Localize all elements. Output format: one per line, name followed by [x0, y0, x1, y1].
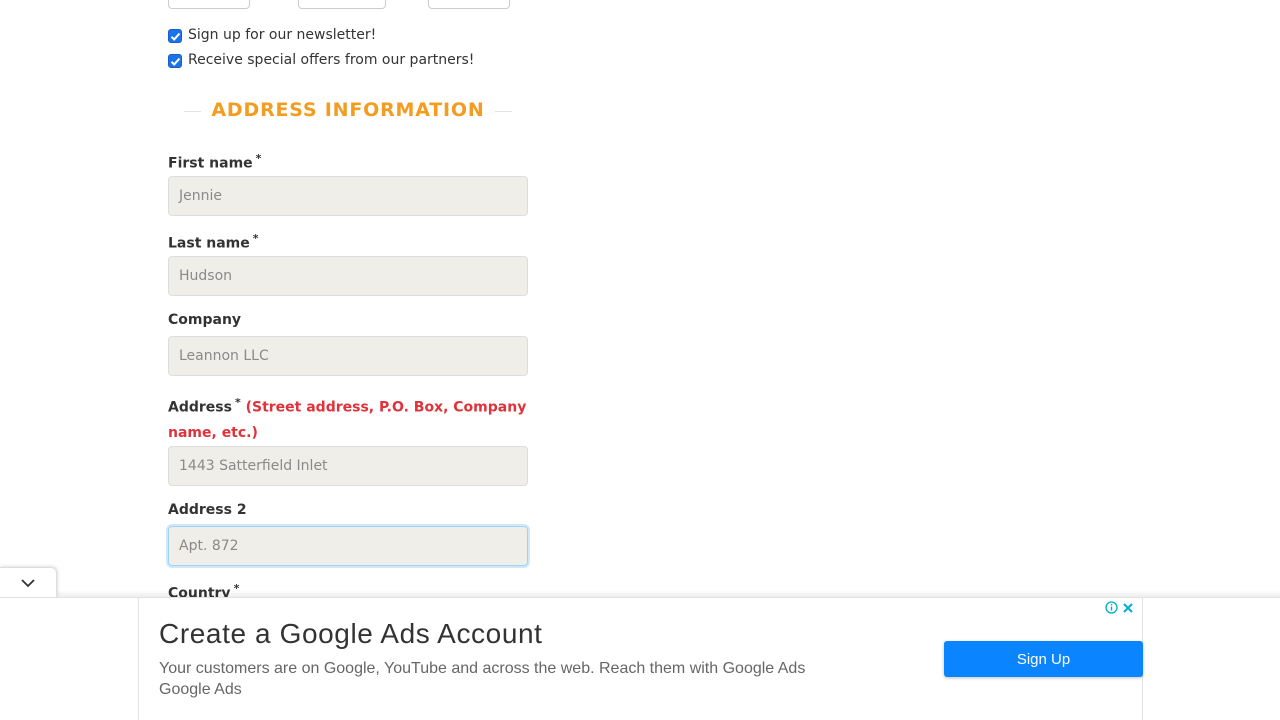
required-marker: *: [252, 232, 259, 245]
company-label: Company: [168, 312, 241, 328]
partner-offers-label[interactable]: Receive special offers from our partners…: [188, 52, 474, 68]
partner-offers-option: Receive special offers from our partners…: [168, 50, 474, 70]
first-name-placeholder: Jennie: [179, 188, 222, 204]
address-label: Address * (Street address, P.O. Box, Comp…: [168, 390, 530, 446]
address2-input[interactable]: Apt. 872: [168, 526, 528, 566]
ad-title[interactable]: Create a Google Ads Account: [159, 618, 543, 650]
ad-description: Your customers are on Google, YouTube an…: [159, 658, 919, 700]
first-name-input[interactable]: Jennie: [168, 176, 528, 216]
address-placeholder: 1443 Satterfield Inlet: [179, 458, 328, 474]
company-input[interactable]: Leannon LLC: [168, 336, 528, 376]
adchoices-info-icon[interactable]: [1105, 599, 1118, 618]
date-of-birth-selects: [168, 0, 528, 9]
address2-label-text: Address 2: [168, 502, 247, 518]
newsletter-option: Sign up for our newsletter!: [168, 25, 376, 45]
address-label-text: Address: [168, 399, 232, 416]
last-name-label-text: Last name: [168, 235, 250, 252]
ad-advertiser: Google Ads: [159, 681, 242, 698]
address-input[interactable]: 1443 Satterfield Inlet: [168, 446, 528, 486]
required-marker: *: [255, 152, 262, 165]
address-section-heading: ADDRESS INFORMATION: [184, 94, 512, 126]
first-name-label: First name *: [168, 152, 261, 172]
last-name-placeholder: Hudson: [179, 268, 233, 284]
chevron-down-icon: [20, 573, 36, 592]
sign-up-button[interactable]: Sign Up: [944, 641, 1143, 677]
address2-placeholder: Apt. 872: [179, 538, 239, 554]
ad-controls: [1105, 599, 1134, 618]
birth-month-select[interactable]: [298, 0, 386, 9]
ad-collapse-button[interactable]: [0, 567, 57, 597]
newsletter-checkbox[interactable]: [168, 29, 182, 43]
close-icon[interactable]: [1122, 599, 1134, 618]
last-name-input[interactable]: Hudson: [168, 256, 528, 296]
birth-year-select[interactable]: [428, 0, 510, 9]
company-label-text: Company: [168, 312, 242, 328]
last-name-label: Last name *: [168, 232, 259, 252]
first-name-label-text: First name: [168, 155, 253, 172]
company-placeholder: Leannon LLC: [179, 348, 269, 364]
partner-offers-checkbox[interactable]: [168, 54, 182, 68]
ad-container[interactable]: Create a Google Ads Account Your custome…: [138, 597, 1143, 720]
required-marker: *: [234, 396, 241, 409]
section-title: ADDRESS INFORMATION: [201, 99, 495, 121]
ad-description-text: Your customers are on Google, YouTube an…: [159, 660, 806, 677]
birth-day-select[interactable]: [168, 0, 250, 9]
newsletter-label[interactable]: Sign up for our newsletter!: [188, 27, 376, 43]
address2-label: Address 2: [168, 502, 247, 518]
